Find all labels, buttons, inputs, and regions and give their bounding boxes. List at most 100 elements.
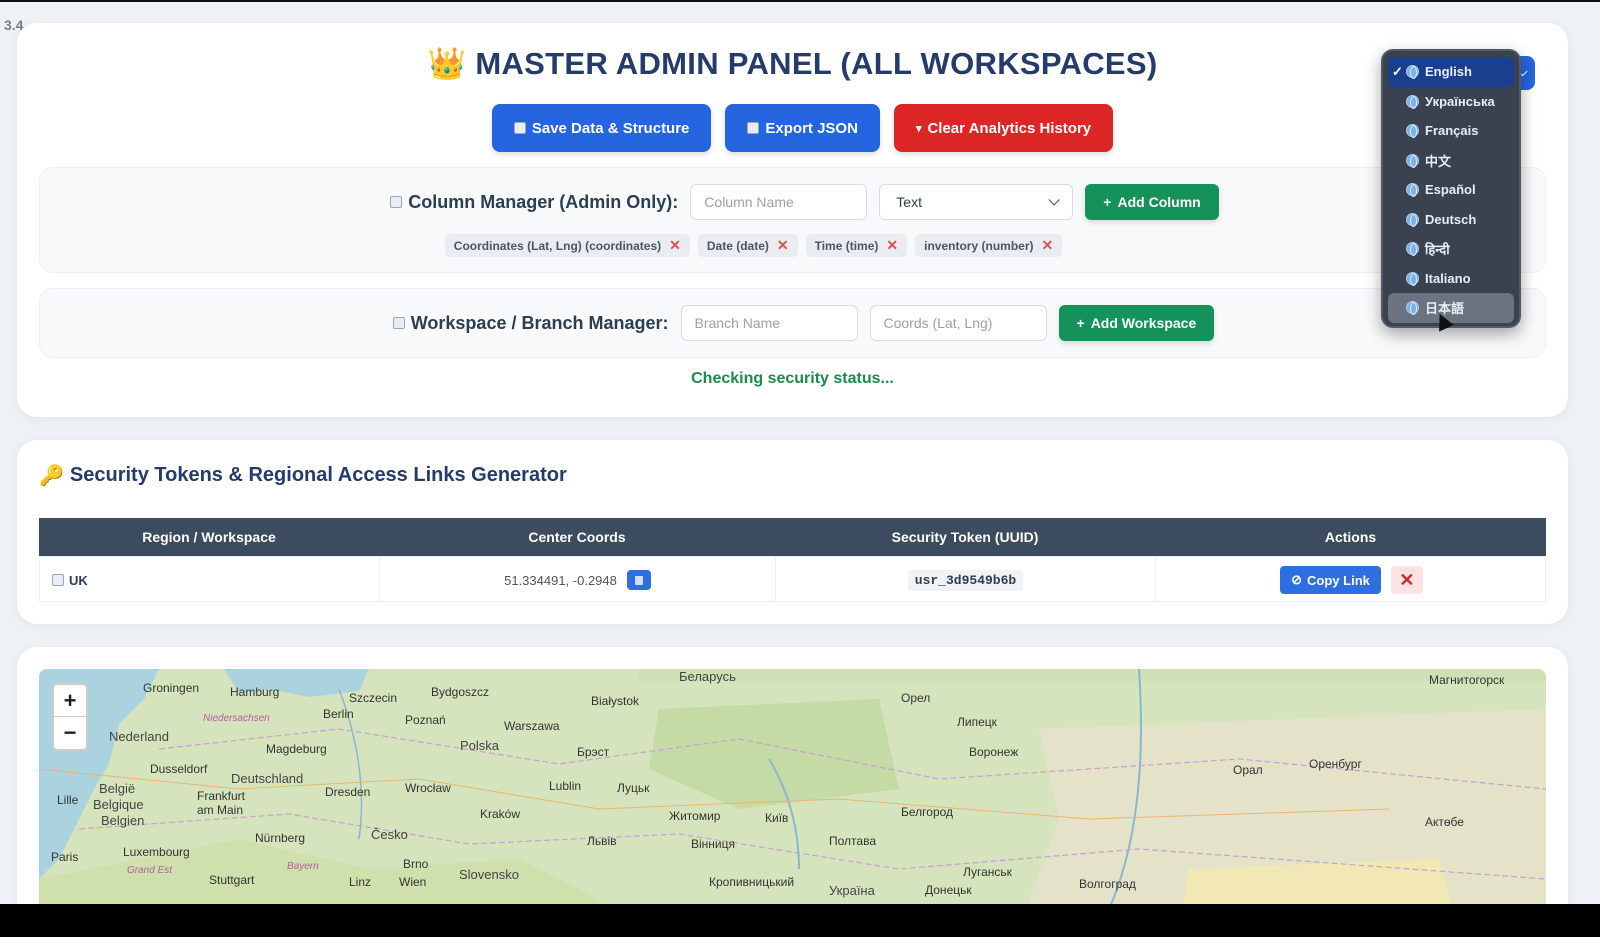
page-title-text: MASTER ADMIN PANEL (ALL WORKSPACES)	[475, 46, 1158, 81]
language-option-italian[interactable]: Italiano	[1388, 264, 1514, 294]
region-cell: UK	[40, 557, 380, 603]
security-token-table: Region / Workspace Center Coords Securit…	[39, 518, 1546, 603]
zoom-out-button[interactable]: −	[54, 717, 86, 749]
map-label: Lublin	[549, 779, 582, 793]
copy-coords-button[interactable]	[626, 570, 651, 590]
export-json-button[interactable]: Export JSON	[725, 104, 880, 152]
remove-column-icon[interactable]: ✕	[1041, 237, 1053, 254]
clipboard-icon	[634, 575, 643, 585]
map-label: Berlin	[323, 707, 354, 721]
language-option-english[interactable]: ✓ English	[1388, 57, 1514, 87]
security-status-text: Checking security status...	[691, 370, 894, 387]
column-chip: Date (date) ✕	[697, 234, 798, 257]
map-label: Slovensko	[459, 867, 519, 882]
table-header: Region / Workspace Center Coords Securit…	[39, 518, 1546, 556]
map-label: Groningen	[143, 681, 200, 695]
zoom-in-button[interactable]: +	[54, 685, 86, 717]
map-card: + − Groningen Hamburg Szczecin Bydgoszcz…	[17, 647, 1568, 937]
globe-icon	[1406, 242, 1419, 257]
map-label: Wien	[399, 875, 427, 889]
map-label: Frankfurt am Main	[197, 789, 246, 817]
globe-icon	[1406, 153, 1419, 168]
map-label: Орал	[1233, 763, 1263, 777]
map-label: Львів	[587, 834, 617, 848]
column-type-select[interactable]: Text	[879, 184, 1074, 220]
column-manager-row: Column Manager (Admin Only): Column Name…	[40, 184, 1547, 220]
map-label: Dresden	[325, 785, 371, 799]
add-workspace-label: Add Workspace	[1090, 315, 1197, 331]
column-chip-label: Time (time)	[814, 238, 879, 253]
copy-link-button[interactable]: ⊘ Copy Link	[1280, 566, 1381, 594]
remove-column-icon[interactable]: ✕	[777, 237, 789, 254]
branch-coords-input[interactable]: Coords (Lat, Lng)	[869, 305, 1047, 341]
plus-icon: +	[1103, 194, 1112, 210]
table-row: UK 51.334491, -0.2948 usr_3d9549b6b ⊘ Co…	[39, 556, 1546, 603]
column-manager-panel: Column Manager (Admin Only): Column Name…	[39, 167, 1546, 273]
map-label: Warszawa	[504, 719, 560, 733]
language-option-label: Українська	[1425, 93, 1495, 109]
clear-analytics-label: Clear Analytics History	[927, 119, 1092, 137]
column-name-input[interactable]: Column Name	[690, 184, 868, 220]
map-label: Nürnberg	[255, 831, 306, 845]
map-label: Niedersachsen	[203, 713, 270, 724]
map-label: Kraków	[480, 807, 521, 821]
map-label: Воронеж	[969, 745, 1019, 759]
map-label: Linz	[349, 875, 372, 889]
add-workspace-button[interactable]: + Add Workspace	[1058, 305, 1215, 341]
language-option-french[interactable]: Français	[1388, 116, 1514, 146]
column-chip: Time (time) ✕	[805, 234, 908, 257]
branch-name-input[interactable]: Branch Name	[680, 305, 858, 341]
security-tokens-card: 🔑 Security Tokens & Regional Access Link…	[17, 440, 1568, 624]
floppy-disk-icon	[513, 122, 526, 134]
coords-cell: 51.334491, -0.2948	[380, 557, 776, 603]
security-title-text: Security Tokens & Regional Access Links …	[69, 464, 567, 486]
save-data-button[interactable]: Save Data & Structure	[491, 104, 712, 152]
add-column-button[interactable]: + Add Column	[1085, 184, 1219, 220]
delete-workspace-button[interactable]: ✕	[1390, 566, 1423, 594]
map-label: Belgique	[93, 797, 144, 812]
map-label: Брэст	[577, 745, 610, 759]
column-chip-label: Coordinates (Lat, Lng) (coordinates)	[453, 238, 662, 253]
map-label: Poznań	[405, 713, 446, 727]
language-option-label: हिन्दी	[1425, 241, 1450, 257]
language-option-japanese[interactable]: 日本語	[1388, 293, 1514, 323]
language-option-spanish[interactable]: Español	[1388, 175, 1514, 205]
map-label: België	[99, 781, 136, 796]
map-label: Вінниця	[691, 837, 735, 851]
map-label: Липецк	[957, 715, 997, 729]
inbox-tray-icon	[747, 122, 760, 134]
map-label: Луцьк	[617, 781, 650, 795]
security-section-title: 🔑 Security Tokens & Regional Access Link…	[39, 463, 567, 488]
language-option-label: Deutsch	[1425, 211, 1477, 227]
language-option-chinese[interactable]: 中文	[1388, 146, 1514, 176]
map-label: Bydgoszcz	[431, 685, 490, 699]
map-label: Hamburg	[230, 685, 280, 699]
column-header-coords: Center Coords	[528, 529, 626, 545]
export-json-label: Export JSON	[765, 119, 858, 137]
map-label: Bayern	[287, 861, 319, 872]
map-label: Україна	[829, 883, 875, 898]
map-label: Białystok	[591, 694, 640, 708]
action-toolbar: Save Data & Structure Export JSON ▾ Clea…	[17, 104, 1568, 152]
map-label: Paris	[51, 850, 79, 864]
clear-analytics-button[interactable]: ▾ Clear Analytics History	[893, 104, 1114, 152]
column-manager-label: Column Manager (Admin Only):	[390, 192, 678, 213]
column-chip-list: Coordinates (Lat, Lng) (coordinates) ✕ D…	[40, 234, 1547, 257]
map-view[interactable]: + − Groningen Hamburg Szczecin Bydgoszcz…	[39, 669, 1546, 929]
remove-column-icon[interactable]: ✕	[886, 237, 898, 254]
language-menu: ✓ English Українська Français 中文 Español…	[1381, 49, 1521, 328]
page-title: 👑 MASTER ADMIN PANEL (ALL WORKSPACES)	[17, 45, 1568, 82]
map-label: Волгоград	[1079, 877, 1136, 891]
language-option-ukrainian[interactable]: Українська	[1388, 87, 1514, 117]
workspace-manager-panel: Workspace / Branch Manager: Branch Name …	[39, 288, 1546, 358]
globe-icon	[1406, 94, 1419, 109]
bottom-letterbox	[0, 904, 1600, 937]
map-label: Орел	[901, 691, 931, 705]
language-option-hindi[interactable]: हिन्दी	[1388, 234, 1514, 264]
column-manager-label-text: Column Manager (Admin Only):	[408, 191, 679, 212]
remove-column-icon[interactable]: ✕	[669, 237, 681, 254]
map-label: Lille	[57, 793, 79, 807]
map-label: Nederland	[109, 729, 169, 744]
column-header-region: Region / Workspace	[142, 529, 276, 545]
language-option-german[interactable]: Deutsch	[1388, 205, 1514, 235]
